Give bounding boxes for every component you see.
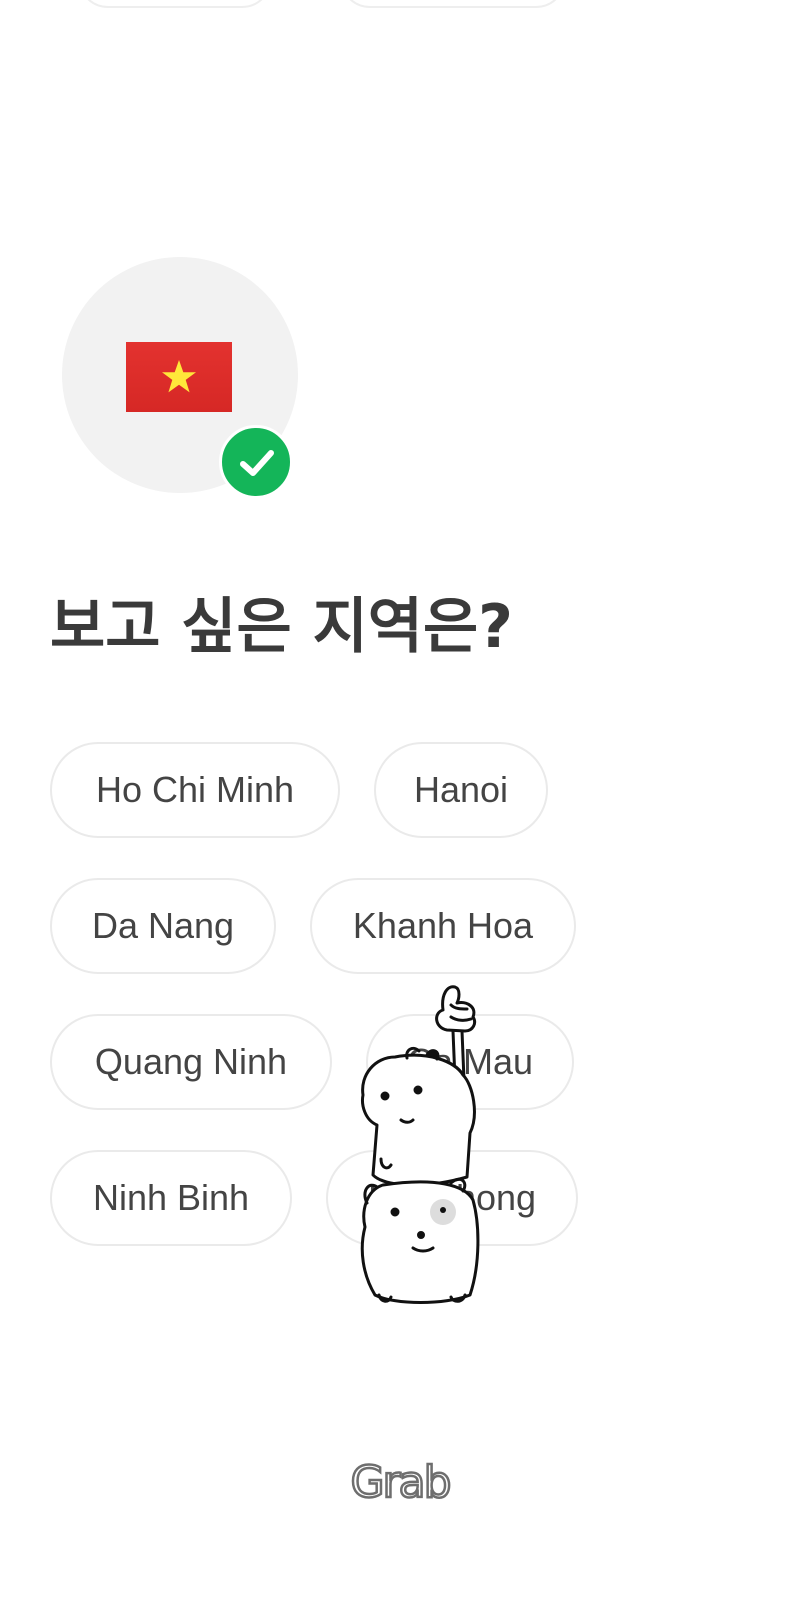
bear-doodle-sticker	[360, 985, 480, 1304]
region-chip-ninh-binh[interactable]: Ninh Binh	[50, 1150, 292, 1246]
selected-badge	[219, 425, 293, 499]
region-chip-khanh-hoa[interactable]: Khanh Hoa	[310, 878, 576, 974]
grab-logo-text: Grab	[349, 1455, 453, 1509]
region-chip-quang-ninh[interactable]: Quang Ninh	[50, 1014, 332, 1110]
vietnam-flag-icon	[126, 342, 232, 412]
region-chip-hanoi[interactable]: Hanoi	[374, 742, 548, 838]
chip-offscreen-2[interactable]	[340, 0, 566, 8]
region-chip-da-nang[interactable]: Da Nang	[50, 878, 276, 974]
chip-offscreen-1[interactable]	[78, 0, 272, 8]
page-title: 보고 싶은 지역은?	[50, 592, 513, 662]
region-chip-ho-chi-minh[interactable]: Ho Chi Minh	[50, 742, 340, 838]
check-icon	[240, 450, 274, 476]
grab-logo: Grab	[340, 1452, 460, 1512]
